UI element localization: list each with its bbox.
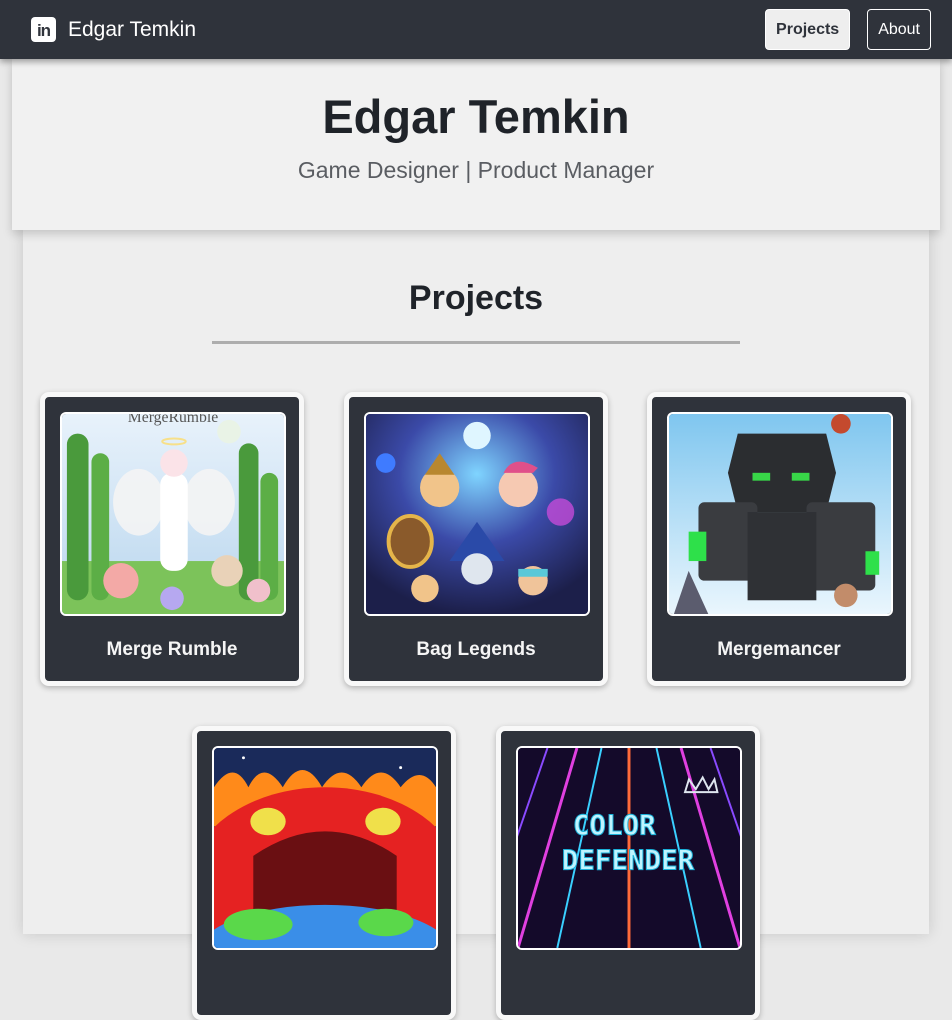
project-card-4[interactable]: [192, 726, 456, 1020]
project-card-mergemancer[interactable]: Mergemancer: [647, 392, 911, 686]
brand-name[interactable]: Edgar Temkin: [68, 18, 196, 42]
color-defender-art-text-line1: COLOR: [573, 810, 656, 841]
projects-section: Projects MergeRumble Merge Rumble Bag Le…: [23, 230, 929, 1020]
project-card-color-defender[interactable]: COLOR DEFENDER: [496, 726, 760, 1020]
project-image-mergemancer[interactable]: [667, 412, 893, 616]
project-title-merge-rumble[interactable]: Merge Rumble: [45, 639, 299, 661]
projects-nav-button[interactable]: Projects: [765, 9, 851, 50]
color-defender-art-text-line2: DEFENDER: [562, 846, 695, 877]
section-title: Projects: [408, 279, 544, 317]
project-image-4[interactable]: [212, 746, 438, 950]
page-subtitle: Game Designer | Product Manager: [297, 157, 655, 183]
project-card-bag-legends[interactable]: Bag Legends: [344, 392, 608, 686]
project-image-color-defender[interactable]: COLOR DEFENDER: [516, 746, 742, 950]
navbar: in Edgar Temkin Projects About: [0, 0, 952, 59]
nav-buttons: Projects About: [765, 9, 931, 50]
project-title-bag-legends[interactable]: Bag Legends: [349, 639, 603, 661]
section-divider: [212, 341, 740, 344]
project-image-bag-legends[interactable]: [364, 412, 590, 616]
brand-link[interactable]: in Edgar Temkin: [31, 17, 196, 42]
page-title: Edgar Temkin: [322, 90, 630, 143]
linkedin-icon[interactable]: in: [31, 17, 56, 42]
project-card-merge-rumble[interactable]: MergeRumble Merge Rumble: [40, 392, 304, 686]
about-nav-button[interactable]: About: [867, 9, 931, 50]
project-image-merge-rumble[interactable]: MergeRumble: [60, 412, 286, 616]
merge-rumble-art-text: MergeRumble: [128, 414, 218, 426]
hero-header: Edgar Temkin Game Designer | Product Man…: [12, 59, 940, 230]
project-title-mergemancer[interactable]: Mergemancer: [652, 639, 906, 661]
